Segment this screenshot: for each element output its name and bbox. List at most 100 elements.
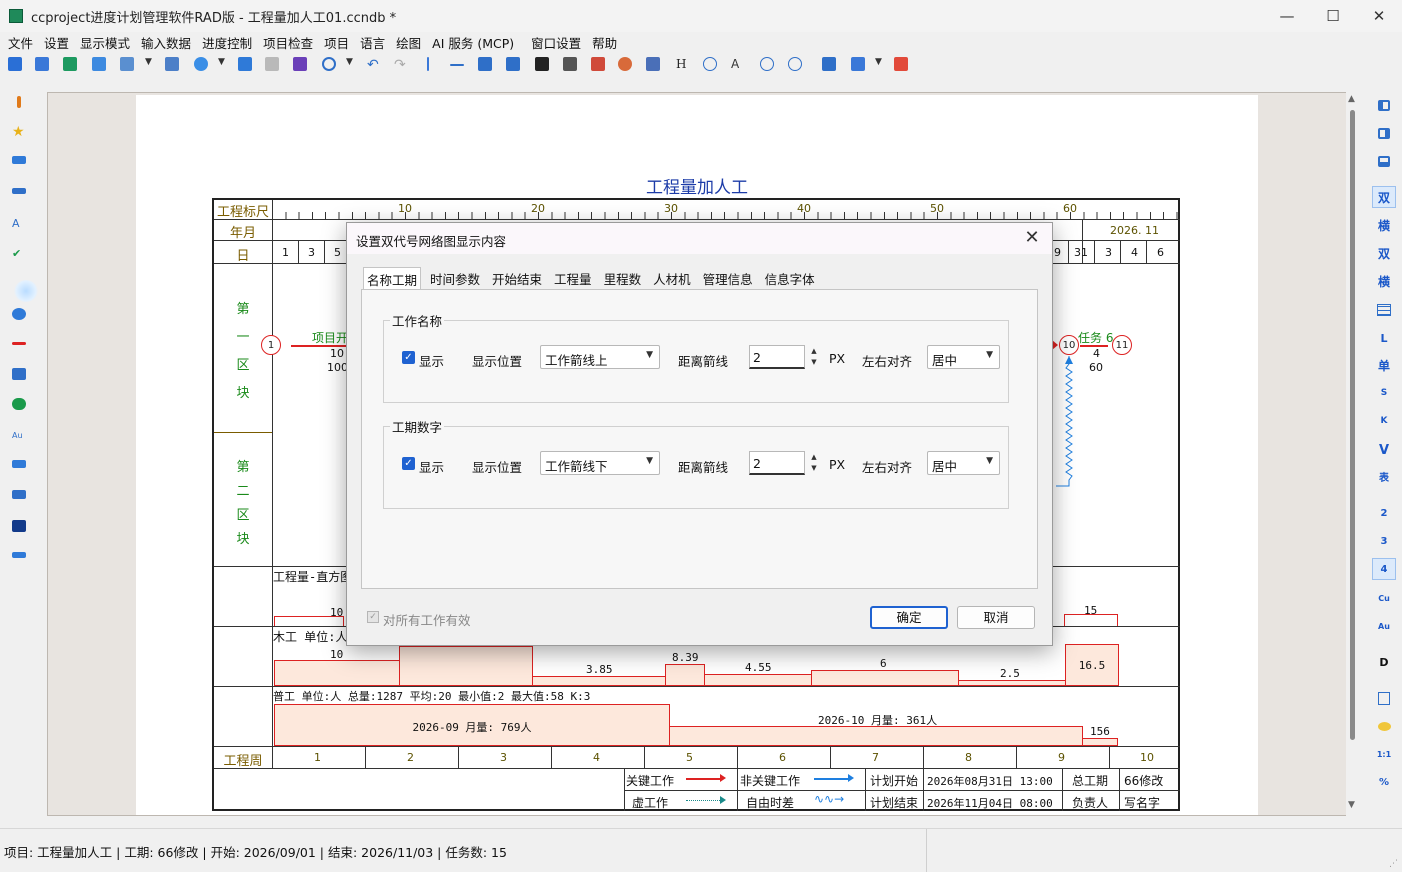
d-button[interactable]: D	[1372, 651, 1396, 673]
maximize-button[interactable]: ☐	[1310, 0, 1356, 32]
apply-all-checkbox[interactable]: ✓	[367, 611, 379, 623]
filter-icon[interactable]	[12, 460, 26, 468]
palette-icon[interactable]	[618, 57, 632, 71]
au-button[interactable]: Au	[1372, 615, 1396, 637]
dialog-close-button[interactable]: ✕	[1020, 227, 1044, 249]
s-button[interactable]: S	[1372, 382, 1396, 404]
spin-updown-icon[interactable]: ▲ ▼	[807, 452, 821, 474]
copy-icon[interactable]	[238, 57, 252, 71]
level-2-button[interactable]: 2	[1372, 502, 1396, 524]
panel-left-icon[interactable]	[1378, 99, 1390, 111]
hand-icon[interactable]	[12, 520, 26, 532]
name-align-select[interactable]: 居中 ▼	[927, 345, 1000, 369]
text-style-icon[interactable]: A	[12, 218, 26, 230]
menu-project[interactable]: 项目	[324, 33, 349, 52]
zoom-in-icon[interactable]	[788, 57, 802, 71]
menu-language[interactable]: 语言	[360, 33, 385, 52]
calendar-icon[interactable]	[1378, 691, 1390, 705]
refresh-icon[interactable]	[194, 57, 208, 71]
comment-icon[interactable]	[1377, 721, 1391, 731]
duration-position-select[interactable]: 工作箭线下 ▼	[540, 451, 660, 475]
document-edit-icon[interactable]	[591, 57, 605, 71]
menu-file[interactable]: 文件	[8, 33, 33, 52]
columns-icon[interactable]	[478, 57, 492, 71]
percent-button[interactable]: %	[1372, 771, 1396, 793]
dropdown-arrow-icon[interactable]: ▼	[875, 57, 883, 71]
duration-distance-input[interactable]: 2	[749, 451, 805, 475]
star-icon[interactable]: ★	[12, 125, 26, 139]
double-code-button[interactable]: 双	[1372, 186, 1396, 208]
ratio-button[interactable]: 1:1	[1372, 743, 1396, 765]
tab-name-duration[interactable]: 名称工期	[363, 267, 422, 289]
k-button[interactable]: K	[1372, 410, 1396, 432]
resize-grip-icon[interactable]: ⋰	[1389, 859, 1398, 869]
tab-time-params[interactable]: 时间参数	[427, 267, 483, 289]
level-3-button[interactable]: 3	[1372, 530, 1396, 552]
vertical-scrollbar[interactable]: ▲ ▼	[1346, 92, 1360, 816]
link-icon[interactable]	[12, 188, 26, 194]
cursor-select-icon[interactable]	[14, 280, 38, 302]
tab-quantity[interactable]: 工程量	[551, 267, 595, 289]
folder-icon[interactable]	[851, 57, 865, 71]
users-icon[interactable]	[12, 398, 26, 410]
new-file-icon[interactable]	[8, 57, 22, 71]
dropdown-arrow-icon[interactable]: ▼	[145, 57, 153, 71]
panel-right-icon[interactable]	[1378, 127, 1390, 139]
menu-input-data[interactable]: 输入数据	[141, 33, 191, 52]
undo-icon[interactable]: ↶	[367, 57, 381, 73]
red-line-icon[interactable]	[12, 342, 26, 345]
tab-info-font[interactable]: 信息字体	[762, 267, 818, 289]
text-format-icon[interactable]: A	[731, 57, 745, 71]
format-painter-icon[interactable]	[293, 57, 307, 71]
image-icon[interactable]	[120, 57, 134, 71]
node-10[interactable]: 10	[1059, 335, 1079, 355]
tab-resources[interactable]: 人材机	[650, 267, 694, 289]
menu-display-mode[interactable]: 显示模式	[80, 33, 130, 52]
scroll-down-icon[interactable]: ▼	[1348, 800, 1355, 810]
cancel-button[interactable]: 取消	[957, 606, 1035, 629]
total-duration-value[interactable]: 66修改	[1124, 772, 1163, 789]
info-icon[interactable]	[703, 57, 717, 71]
table-button[interactable]: 表	[1372, 465, 1396, 487]
scrollbar-thumb[interactable]	[1350, 110, 1355, 740]
swap-icon[interactable]	[12, 490, 26, 499]
search-icon[interactable]	[322, 57, 336, 71]
pen-icon[interactable]	[12, 552, 26, 558]
red-folder-icon[interactable]	[894, 57, 908, 71]
tab-mileage[interactable]: 里程数	[601, 267, 645, 289]
menu-project-check[interactable]: 项目检查	[263, 33, 313, 52]
level-4-button[interactable]: 4	[1372, 558, 1396, 580]
line-icon[interactable]	[450, 64, 464, 66]
double-code-alt-button[interactable]: 双	[1372, 242, 1396, 264]
show-duration-checkbox[interactable]: ✓	[402, 457, 415, 470]
heading-icon[interactable]: H	[676, 57, 690, 71]
check-icon[interactable]: ✔	[12, 248, 26, 260]
single-code-button[interactable]: 单	[1372, 354, 1396, 376]
cu-button[interactable]: Cu	[1372, 587, 1396, 609]
spin-updown-icon[interactable]: ▲ ▼	[807, 346, 821, 368]
tab-management-info[interactable]: 管理信息	[700, 267, 756, 289]
name-distance-input[interactable]: 2	[749, 345, 805, 369]
sort-lines-icon[interactable]	[12, 368, 26, 380]
l-button[interactable]: L	[1372, 327, 1396, 349]
fit-width-icon[interactable]	[822, 57, 836, 71]
au-icon[interactable]: Au	[12, 430, 26, 442]
menu-ai-service[interactable]: AI 服务 (MCP)	[432, 33, 514, 52]
duration-align-select[interactable]: 居中 ▼	[927, 451, 1000, 475]
table-grid-icon[interactable]	[1377, 304, 1391, 316]
menu-progress-control[interactable]: 进度控制	[202, 33, 252, 52]
dropdown-arrow-icon[interactable]: ▼	[346, 57, 354, 71]
menu-settings[interactable]: 设置	[44, 33, 69, 52]
wave-icon[interactable]	[12, 156, 26, 164]
qr-icon[interactable]	[535, 57, 549, 71]
paint-roller-icon[interactable]	[563, 57, 577, 71]
dropdown-arrow-icon[interactable]: ▼	[218, 57, 226, 71]
exclamation-icon[interactable]	[17, 96, 21, 108]
ok-button[interactable]: 确定	[870, 606, 948, 629]
star-burst-icon[interactable]	[92, 57, 106, 71]
name-position-select[interactable]: 工作箭线上 ▼	[540, 345, 660, 369]
form-edit-icon[interactable]	[646, 57, 660, 71]
node-1[interactable]: 1	[261, 335, 281, 355]
scroll-up-icon[interactable]: ▲	[1348, 94, 1355, 104]
sort-icon[interactable]	[506, 57, 520, 71]
